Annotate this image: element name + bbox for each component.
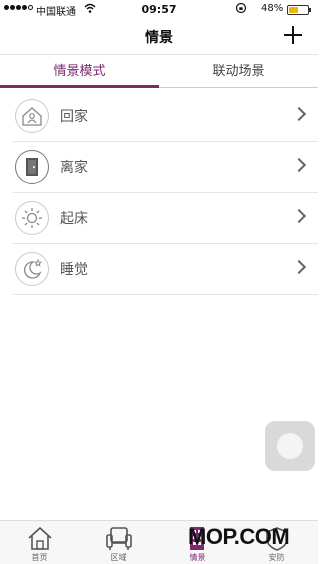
- watermark-text: MOP.COM: [188, 524, 290, 549]
- tab-home[interactable]: 首页: [0, 521, 79, 564]
- house-person-icon: [15, 99, 49, 133]
- tab-scene-mode[interactable]: 情景模式: [0, 58, 159, 88]
- chevron-right-icon: [291, 208, 307, 224]
- list-item-sleep[interactable]: 睡觉: [13, 244, 318, 295]
- add-scene-button[interactable]: [280, 20, 306, 50]
- scene-tabs: 情景模式 联动场景: [0, 58, 318, 88]
- tab-label: 安防: [268, 553, 285, 562]
- armchair-icon: [106, 527, 132, 550]
- sun-icon: [15, 201, 49, 235]
- battery-icon: [287, 5, 311, 15]
- home-icon: [28, 526, 52, 550]
- page-title: 情景: [145, 30, 173, 46]
- list-item-leave-home[interactable]: 离家: [13, 142, 318, 193]
- list-item-wake-up[interactable]: 起床: [13, 193, 318, 244]
- list-item-home[interactable]: 回家: [13, 91, 318, 142]
- tab-divider: [159, 87, 318, 88]
- tab-label: 情景: [189, 553, 206, 562]
- door-icon: [15, 150, 49, 184]
- tab-label: 首页: [31, 553, 48, 562]
- tab-area[interactable]: 区域: [79, 521, 158, 564]
- scene-list: 回家 离家 起床 睡觉: [13, 91, 318, 295]
- tab-label: 区域: [110, 553, 127, 562]
- assistive-touch-button[interactable]: [265, 421, 315, 471]
- orientation-lock-icon: [235, 2, 247, 14]
- tab-linkage-scene[interactable]: 联动场景: [159, 58, 318, 88]
- scene-label: 起床: [60, 211, 88, 227]
- chevron-right-icon: [291, 157, 307, 173]
- scene-label: 回家: [60, 109, 88, 125]
- scene-label: 睡觉: [60, 262, 88, 278]
- status-bar: 中国联通 09:57 48%: [0, 0, 318, 18]
- moon-star-icon: [15, 252, 49, 286]
- scene-label: 离家: [60, 160, 88, 176]
- chevron-right-icon: [291, 259, 307, 275]
- battery-percentage: 48%: [261, 3, 284, 14]
- active-tab-indicator: [0, 85, 159, 88]
- navigation-bar: 情景: [0, 18, 318, 55]
- chevron-right-icon: [291, 106, 307, 122]
